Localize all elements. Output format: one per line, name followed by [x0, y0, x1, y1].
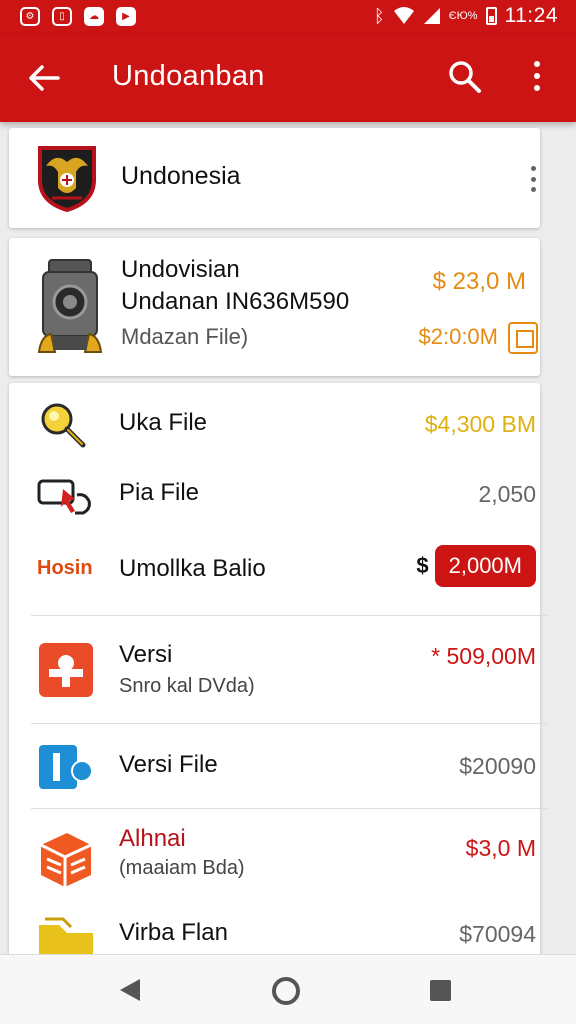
overflow-menu-button[interactable]: [520, 56, 554, 96]
battery-icon: [485, 7, 497, 25]
item-value: $20090: [459, 753, 536, 779]
divider: [31, 723, 547, 724]
bluetooth-icon: ᛒ: [373, 5, 385, 26]
document-icon[interactable]: [508, 322, 538, 354]
phone-icon: ▯: [52, 7, 72, 26]
list-item[interactable]: Alhnai (maaiam Bda) $3,0 M: [9, 821, 540, 893]
item-subtitle: Snro kal DVda): [119, 675, 255, 697]
divider: [31, 808, 547, 809]
arrow-back-icon: [29, 65, 60, 91]
wifi-icon: [393, 7, 414, 24]
country-card[interactable]: Undonesia: [9, 128, 540, 228]
nav-recents-button[interactable]: [430, 980, 451, 1001]
price-badge[interactable]: $ 2,000M: [416, 545, 536, 587]
item-value: $70094: [459, 921, 536, 947]
item-title: Undovisian: [121, 256, 240, 283]
back-button[interactable]: [24, 58, 64, 98]
item-label: Umollka Balio: [119, 555, 266, 582]
badge-value: 2,000M: [434, 545, 536, 587]
item-price: $ 23,0 M: [432, 268, 526, 295]
card-title: Undonesia: [121, 162, 241, 190]
dot-icon: [530, 187, 536, 192]
list-item[interactable]: Hosin Umollka Balio $ 2,000M: [9, 539, 540, 599]
notification-icon: ⚙: [20, 7, 40, 26]
magnifier-icon: [41, 403, 86, 448]
item-subtitle: (maaiam Bda): [119, 857, 245, 879]
item-value: * 509,00M: [431, 643, 536, 669]
item-label: Pia File: [119, 479, 200, 506]
featured-item-card[interactable]: Undovisian Undanan IN636M590 Mdazan File…: [9, 238, 540, 376]
signal-icon: [423, 8, 440, 24]
item-model: Undanan IN636M590: [121, 288, 350, 315]
file-info-icon: [39, 745, 93, 789]
video-icon: ▶: [116, 7, 136, 26]
cloud-icon: ☁: [84, 7, 104, 26]
app-bar: Undoanban: [0, 34, 576, 122]
dot-icon: [534, 85, 540, 91]
item-subtitle: Mdazan File): [121, 324, 249, 349]
notification-icons: ⚙ ▯ ☁ ▶: [20, 7, 136, 26]
camera-device-icon: [37, 259, 103, 353]
item-tag: Hosin: [37, 557, 93, 579]
status-bar: ⚙ ▯ ☁ ▶ ᛒ ЄЮ% 11:24: [0, 0, 576, 34]
item-value: 2,050: [478, 481, 536, 507]
dot-icon: [530, 176, 536, 182]
dot-icon: [530, 166, 536, 171]
carrier-text: ЄЮ%: [448, 10, 478, 22]
list-item[interactable]: Pia File 2,050: [9, 471, 540, 523]
item-label: Versi File: [119, 751, 218, 778]
item-value: $3,0 M: [465, 835, 536, 861]
item-label: Uka File: [119, 409, 208, 436]
dot-icon: [534, 73, 540, 79]
list-item[interactable]: Uka File $4,300 BM: [9, 397, 540, 457]
emblem-icon: [38, 146, 96, 212]
system-status: ᛒ ЄЮ% 11:24: [374, 4, 558, 28]
app-title: Undoanban: [112, 60, 265, 92]
search-button[interactable]: [444, 56, 484, 96]
item-label: Versi: [119, 641, 173, 668]
hand-touch-icon: [37, 479, 91, 515]
list-item[interactable]: Versi File $20090: [9, 737, 540, 797]
more-options-button[interactable]: [527, 166, 539, 192]
divider: [31, 615, 547, 616]
list-item[interactable]: Versi Snro kal DVda) * 509,00M: [9, 633, 540, 705]
app-icon: [39, 643, 93, 697]
dot-icon: [534, 61, 540, 67]
item-secondary-price: $2:0:0M: [418, 324, 499, 349]
item-value: $4,300 BM: [424, 411, 536, 437]
search-icon: [449, 61, 481, 93]
item-label: Virba Flan: [119, 919, 228, 946]
clock: 11:24: [504, 4, 558, 27]
navigation-bar: [0, 954, 576, 1024]
nav-back-button[interactable]: [120, 979, 140, 1001]
item-label: Alhnai: [119, 825, 186, 852]
nav-home-button[interactable]: [272, 977, 300, 1005]
file-list: Uka File $4,300 BM Pia File 2,050 Hosin …: [9, 383, 547, 963]
currency-symbol: $: [416, 553, 429, 578]
package-icon: [40, 833, 92, 887]
